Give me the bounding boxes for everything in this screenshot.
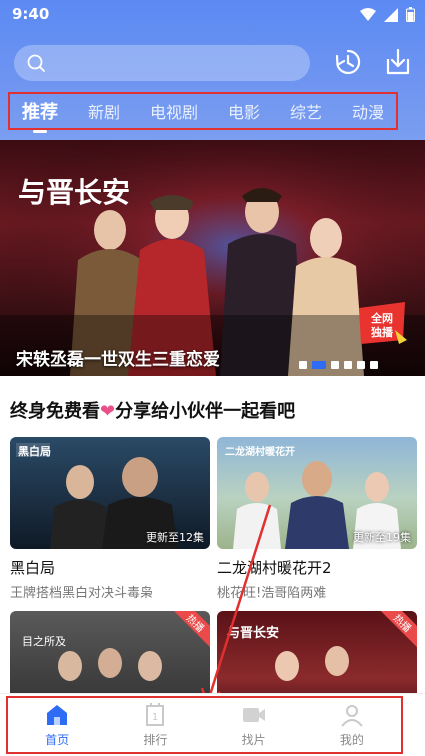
section-title-prefix: 终身免费看 [10,401,100,422]
section-title: 终身免费看❤分享给小伙伴一起看吧 [10,397,295,423]
banner-caption: 宋轶丞磊一世双生三重恋爱 [16,350,220,370]
video-title: 黑白局 [10,559,56,577]
video-thumbnail[interactable]: 黑白局 更新至12集 [10,437,210,549]
carousel-dot[interactable] [357,361,365,369]
video-icon [242,708,265,722]
search-input[interactable] [54,45,300,81]
header: 9:40 推荐 新剧 电视剧 电影 综艺 动漫 [0,0,425,140]
episode-badge: 更新至12集 [146,531,204,544]
heart-icon: ❤ [100,401,116,422]
tab-variety[interactable]: 综艺 [286,99,326,123]
carousel-dot-active[interactable] [312,361,326,369]
thumbnail-title: 与晋长安 [227,625,279,641]
status-icons [360,7,415,22]
download-icon[interactable] [383,47,413,77]
bottom-navigation-highlight: 首页 1 排行 找片 我的 [6,696,403,754]
search-bar[interactable] [14,45,310,81]
thumbnail-title: 黑白局 [18,444,51,458]
carousel-dot[interactable] [370,361,378,369]
hero-banner[interactable]: 与晋长安 全网 独播 宋轶丞磊一世双生三重恋爱 [0,140,425,376]
svg-text:1: 1 [152,712,158,723]
video-title: 二龙湖村暖花开2 [217,559,332,577]
tab-recommend[interactable]: 推荐 [18,98,62,133]
nav-find-video[interactable]: 找片 [224,702,284,748]
carousel-dot[interactable] [299,361,307,369]
home-icon [47,705,68,725]
nav-profile[interactable]: 我的 [322,702,382,748]
tab-tv-series[interactable]: 电视剧 [146,99,202,123]
exclusive-badge: 全网 独播 [359,302,407,344]
tab-movie[interactable]: 电影 [224,99,264,123]
svg-text:独播: 独播 [370,325,394,339]
profile-icon [341,705,363,727]
tab-new-drama[interactable]: 新剧 [84,99,124,123]
thumbnail-title: 目之所及 [22,634,66,648]
ranking-icon: 1 [146,703,165,726]
status-time: 9:40 [12,5,50,23]
video-thumbnail[interactable]: 二龙湖村暖花开 更新至19集 [217,437,417,549]
nav-home[interactable]: 首页 [27,702,87,748]
nav-ranking[interactable]: 1 排行 [125,702,185,748]
video-subtitle: 桃花旺!浩哥陷两难 [217,586,327,601]
video-subtitle: 王牌搭档黑白对决斗毒枭 [10,586,154,601]
section-title-suffix: 分享给小伙伴一起看吧 [115,401,296,422]
status-bar: 9:40 [0,0,425,30]
svg-text:全网: 全网 [370,311,393,325]
nav-find-video-label: 找片 [241,733,266,747]
banner-title-art: 与晋长安 [18,176,130,209]
search-icon [27,54,45,72]
episode-badge: 更新至19集 [353,531,411,544]
nav-profile-label: 我的 [339,733,364,747]
nav-ranking-label: 排行 [143,733,168,747]
video-card[interactable]: 二龙湖村暖花开 更新至19集 二龙湖村暖花开2 桃花旺!浩哥陷两难 [217,437,417,601]
battery-icon [406,7,415,22]
signal-icon [384,7,398,22]
thumbnail-title: 二龙湖村暖花开 [225,445,295,458]
wifi-icon [360,7,376,21]
tab-anime[interactable]: 动漫 [348,99,388,123]
carousel-dot[interactable] [344,361,352,369]
carousel-indicator [299,361,378,369]
history-icon[interactable] [333,47,363,77]
video-card[interactable]: 黑白局 更新至12集 黑白局 王牌搭档黑白对决斗毒枭 [10,437,210,601]
category-tabs: 推荐 新剧 电视剧 电影 综艺 动漫 [8,92,398,133]
nav-home-label: 首页 [45,733,70,747]
carousel-dot[interactable] [331,361,339,369]
bottom-navigation: 首页 1 排行 找片 我的 [0,693,425,756]
